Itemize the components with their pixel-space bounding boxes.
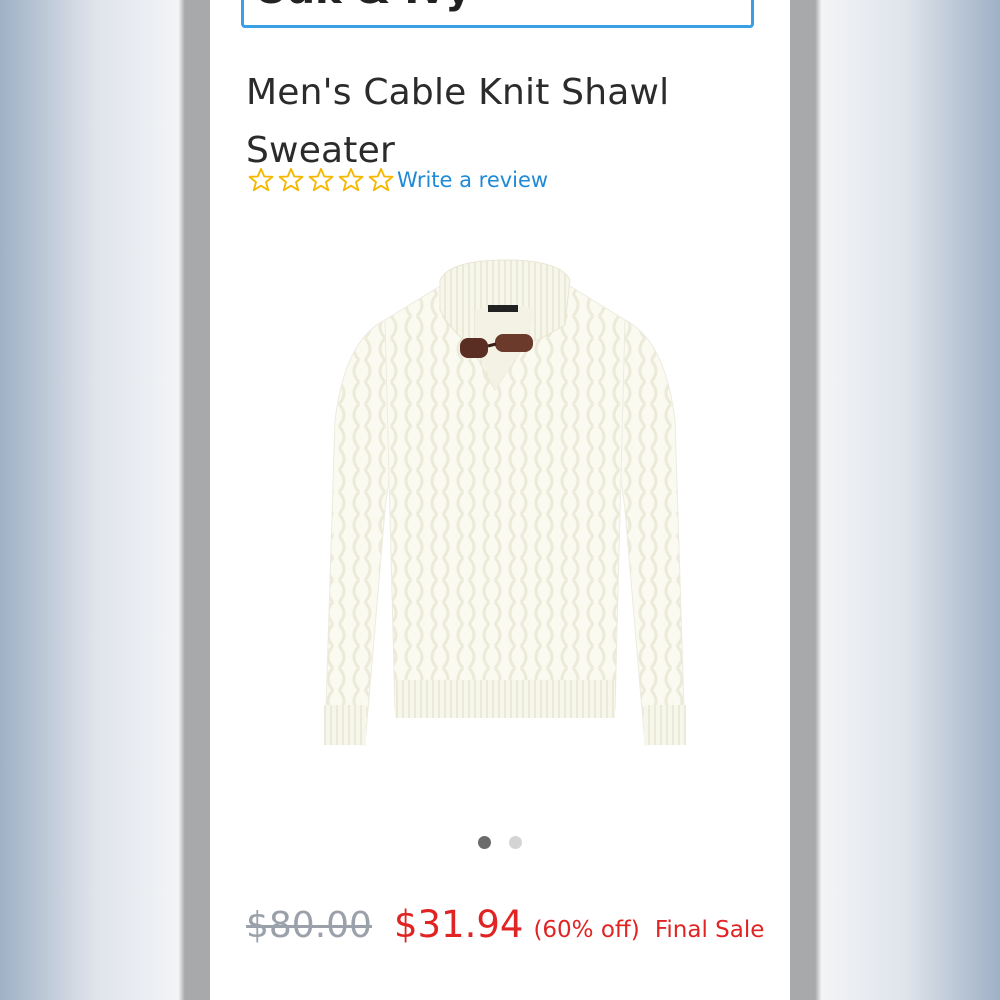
brand-name: Oak & Ivy bbox=[254, 0, 471, 13]
star-rating[interactable] bbox=[246, 166, 396, 194]
original-price: $80.00 bbox=[246, 905, 372, 946]
product-image[interactable] bbox=[310, 250, 700, 770]
sale-price: $31.94 bbox=[393, 903, 524, 946]
left-background-panel bbox=[0, 0, 210, 1000]
rating-row: Write a review bbox=[246, 166, 548, 194]
star-outline-icon bbox=[338, 167, 364, 192]
final-sale-label: Final Sale bbox=[654, 917, 765, 943]
carousel-dot-active[interactable] bbox=[478, 836, 491, 849]
star-outline-icon bbox=[248, 167, 274, 192]
carousel-dot[interactable] bbox=[509, 836, 522, 849]
price-block: $80.00 $31.94 (60% off) Final Sale bbox=[246, 895, 766, 962]
star-outline-icon bbox=[278, 167, 304, 192]
brand-header[interactable]: Oak & Ivy bbox=[241, 0, 754, 28]
image-carousel-indicator bbox=[210, 836, 790, 849]
product-title: Men's Cable Knit Shawl Sweater bbox=[246, 72, 670, 172]
star-outline-icon bbox=[308, 167, 334, 192]
write-review-link[interactable]: Write a review bbox=[397, 168, 548, 192]
star-outline-icon bbox=[368, 167, 394, 192]
product-page: Oak & Ivy Men's Cable Knit Shawl Sweater… bbox=[210, 0, 790, 1000]
discount-percentage: (60% off) bbox=[533, 917, 640, 943]
right-background-panel bbox=[790, 0, 1000, 1000]
